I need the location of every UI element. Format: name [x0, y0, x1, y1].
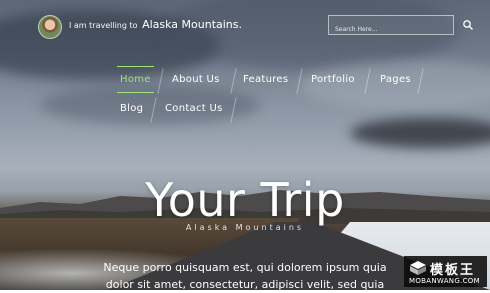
site-watermark: 模板王 MOBANWANG.COM	[404, 256, 487, 287]
search-icon[interactable]	[462, 19, 474, 31]
tagline: I am travelling to Alaska Mountains.	[69, 18, 242, 31]
search-input[interactable]	[329, 20, 453, 39]
site-header: I am travelling to Alaska Mountains.	[0, 0, 490, 60]
nav-item-portfolio[interactable]: Portfolio	[311, 74, 355, 85]
tagline-destination: Alaska Mountains.	[142, 18, 243, 31]
nav-item-features[interactable]: Features	[243, 74, 288, 85]
nav-item-contact-us[interactable]: Contact Us	[165, 103, 223, 114]
search-box	[328, 15, 454, 39]
watermark-chinese-text: 模板王	[430, 263, 476, 278]
cloud	[300, 60, 490, 110]
cube-logo-icon	[410, 261, 426, 275]
cloud	[350, 118, 490, 148]
nav-item-blog[interactable]: Blog	[120, 103, 143, 114]
nav-item-pages[interactable]: Pages	[380, 74, 411, 85]
hero-description: Neque porro quisquam est, qui dolorem ip…	[103, 261, 387, 291]
hero-title: Your Trip	[145, 173, 345, 227]
avatar[interactable]	[38, 15, 62, 39]
hero-subtitle: Alaska Mountains	[185, 223, 305, 232]
tagline-prefix: I am travelling to	[69, 21, 138, 30]
watermark-url: MOBANWANG.COM	[409, 277, 480, 285]
nav-item-about-us[interactable]: About Us	[172, 74, 220, 85]
nav-item-home[interactable]: Home	[117, 66, 154, 93]
